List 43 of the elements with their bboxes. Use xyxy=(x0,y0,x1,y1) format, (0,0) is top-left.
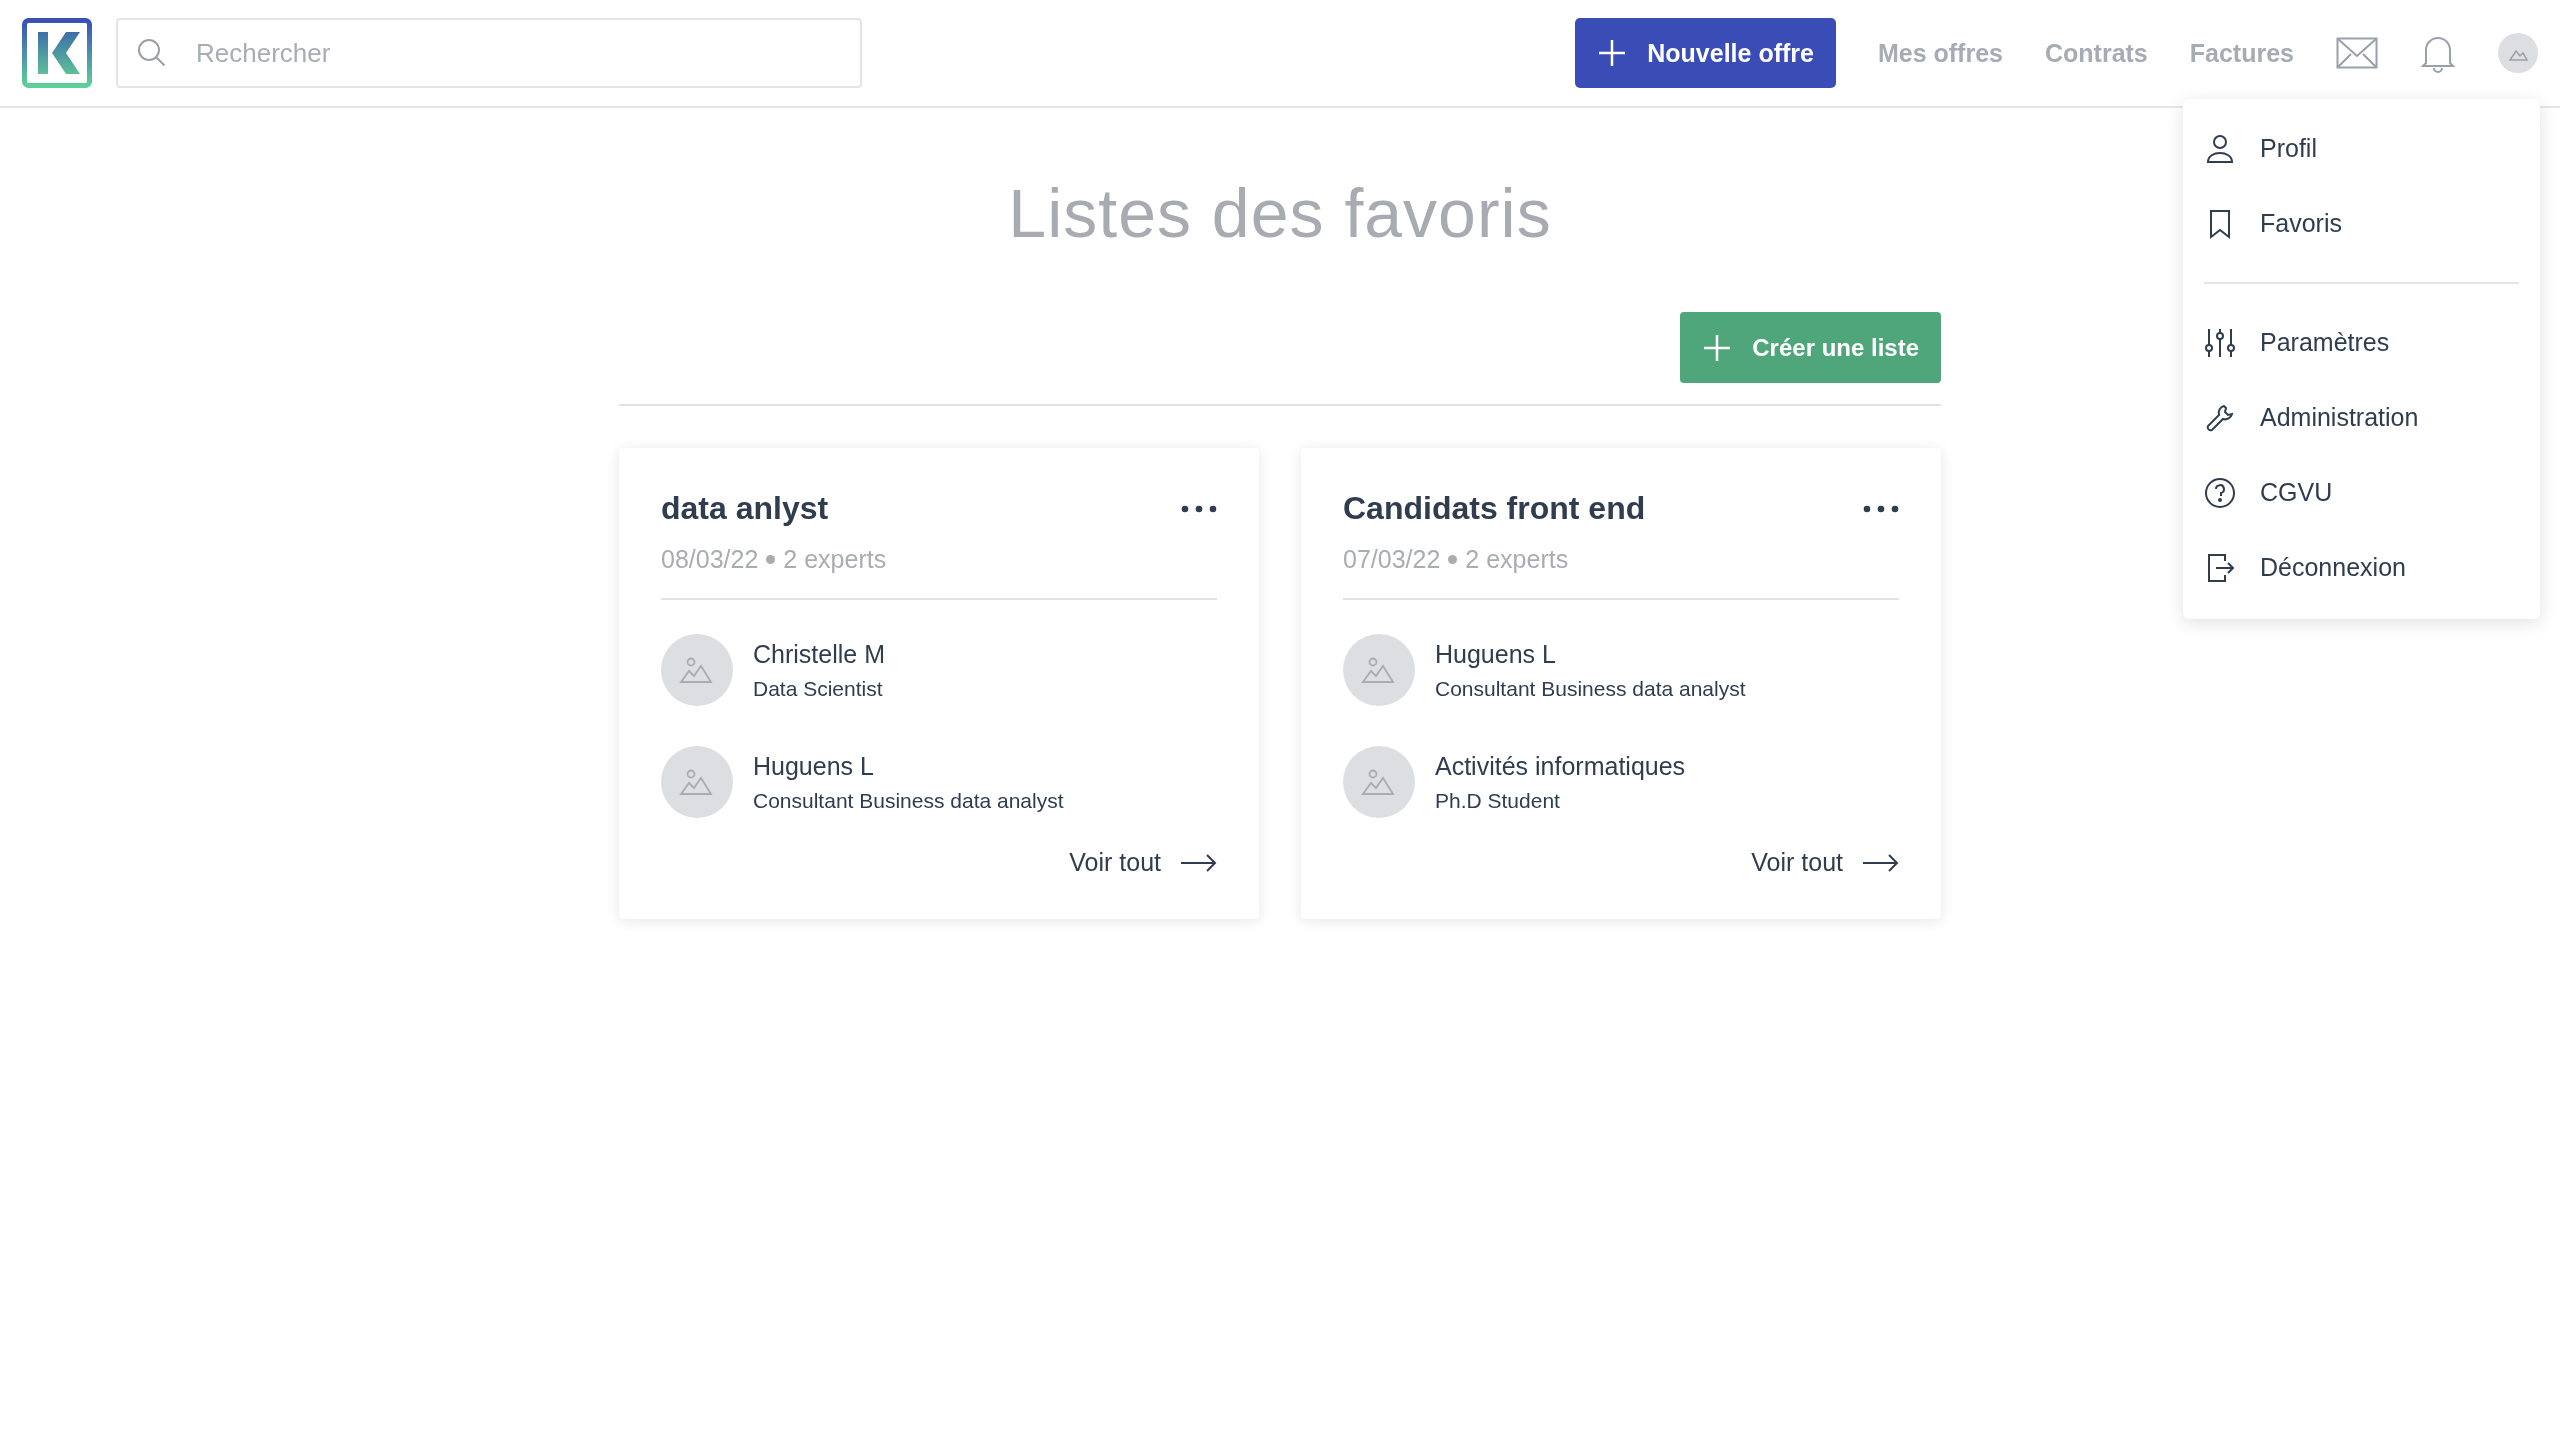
new-offer-button[interactable]: Nouvelle offre xyxy=(1575,18,1836,88)
plus-icon xyxy=(1597,38,1628,68)
avatar-placeholder-icon xyxy=(661,746,733,818)
expert-name: Huguens L xyxy=(1435,639,1557,669)
logo-icon[interactable] xyxy=(22,18,92,88)
search-icon xyxy=(136,37,168,69)
menu-item[interactable]: Administration xyxy=(2183,380,2540,455)
more-icon[interactable] xyxy=(1863,504,1899,513)
more-icon[interactable] xyxy=(1181,504,1217,513)
mail-icon[interactable] xyxy=(2336,37,2378,69)
menu-item[interactable]: Favoris xyxy=(2183,186,2540,261)
bullet-icon xyxy=(766,555,776,564)
avatar-placeholder-icon xyxy=(1343,746,1415,818)
expert-role: Ph.D Student xyxy=(1435,788,1561,813)
see-all-link[interactable]: Voir tout xyxy=(1751,848,1899,877)
list-title: data anlyst xyxy=(661,490,829,527)
list-date: 08/03/22 xyxy=(661,545,759,574)
search-field[interactable]: Rechercher xyxy=(116,18,862,88)
menu-item[interactable]: Déconnexion xyxy=(2183,530,2540,605)
plus-icon xyxy=(1702,332,1733,363)
see-all-link[interactable]: Voir tout xyxy=(1069,848,1217,877)
avatar-placeholder-icon xyxy=(661,634,733,706)
list-title: Candidats front end xyxy=(1343,490,1646,527)
list-date: 07/03/22 xyxy=(1343,545,1441,574)
menu-item[interactable]: Paramètres xyxy=(2183,305,2540,380)
help-icon xyxy=(2204,476,2236,509)
person-icon xyxy=(2204,132,2236,165)
sliders-icon xyxy=(2204,326,2236,359)
expert-count: 2 experts xyxy=(1465,545,1569,574)
menu-item[interactable]: CGVU xyxy=(2183,455,2540,530)
expert-name: Activités informatiques xyxy=(1435,751,1686,781)
bullet-icon xyxy=(1448,555,1458,564)
avatar-placeholder-icon xyxy=(1343,634,1415,706)
expert-count: 2 experts xyxy=(783,545,887,574)
expert-role: Consultant Business data analyst xyxy=(753,788,1064,813)
page-title: Listes des favoris xyxy=(1007,174,1553,252)
expert-role: Data Scientist xyxy=(753,676,884,701)
arrow-right-icon xyxy=(1181,852,1217,873)
arrow-right-icon xyxy=(1863,852,1899,873)
expert-name: Christelle M xyxy=(753,639,885,669)
expert-name: Huguens L xyxy=(753,751,875,781)
expert-role: Consultant Business data analyst xyxy=(1435,676,1746,701)
menu-item[interactable]: Profil xyxy=(2183,111,2540,186)
